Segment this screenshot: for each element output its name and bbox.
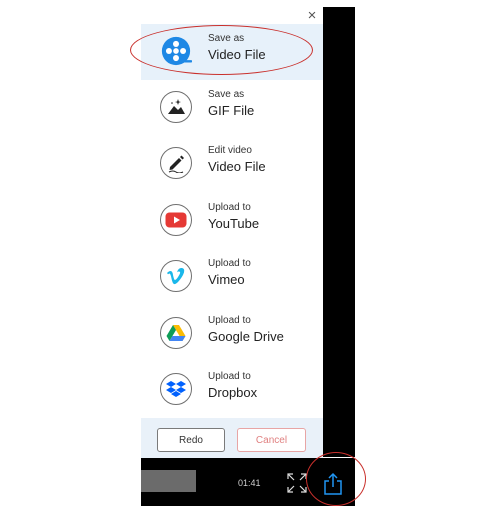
close-button[interactable]: × [302,6,322,26]
edit-video-item[interactable]: Edit video Video File [141,136,323,192]
redo-button[interactable]: Redo [157,428,225,452]
item-title: GIF File [208,103,255,118]
item-title: Vimeo [208,272,245,287]
google-drive-icon [160,317,192,349]
upload-vimeo-item[interactable]: Upload to Vimeo [141,249,323,305]
item-caption: Upload to [208,371,251,382]
cancel-button[interactable]: Cancel [237,428,306,452]
pencil-edit-icon [160,147,192,179]
item-caption: Upload to [208,315,251,326]
vimeo-icon [160,260,192,292]
item-title: Google Drive [208,329,284,344]
video-edge [323,7,355,457]
share-icon [324,472,342,495]
progress-track[interactable] [141,470,196,492]
dropbox-icon [160,373,192,405]
item-caption: Save as [208,89,245,100]
save-gif-file-item[interactable]: Save as GIF File [141,80,323,136]
film-reel-icon [160,35,192,67]
share-button[interactable] [322,472,344,496]
item-caption: Upload to [208,202,251,213]
time-display: 01:41 [238,478,261,488]
youtube-icon [160,204,192,236]
upload-google-drive-item[interactable]: Upload to Google Drive [141,306,323,362]
item-caption: Upload to [208,258,251,269]
item-caption: Edit video [208,145,252,156]
item-title: Video File [208,47,266,62]
save-video-file-item[interactable]: Save as Video File [141,24,323,80]
item-title: YouTube [208,216,260,231]
item-title: Dropbox [208,385,258,400]
item-title: Video File [208,159,266,174]
upload-dropbox-item[interactable]: Upload to Dropbox [141,362,323,418]
close-icon: × [307,7,317,24]
item-caption: Save as [208,33,245,44]
upload-youtube-item[interactable]: Upload to YouTube [141,193,323,249]
image-sparkle-icon [160,91,192,123]
fullscreen-icon[interactable] [286,472,308,494]
